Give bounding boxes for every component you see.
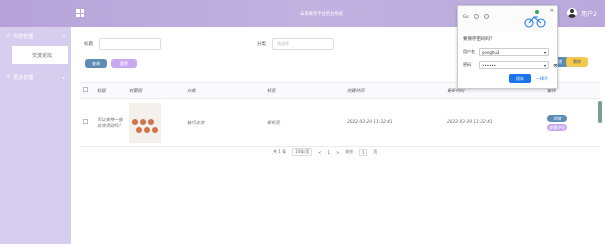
category-select[interactable]: 请选择 — [272, 38, 334, 50]
popup-question: 要保存密码吗？ — [463, 37, 495, 42]
user-label: 用户2 — [581, 10, 597, 18]
row-select-cell[interactable] — [80, 98, 94, 147]
password-field[interactable]: •••••• ▾ — [479, 61, 549, 69]
category-filter-label: 分类 — [257, 42, 266, 47]
menu-icon: ⊙ — [6, 33, 11, 39]
password-value: •••••• — [482, 62, 497, 68]
sidebar-item-forum[interactable]: 交流论坛 — [12, 46, 68, 64]
page-suffix: 页 — [373, 149, 378, 154]
chevron-down-icon: ▾ — [543, 49, 546, 55]
chevron-right-icon: ▸ — [62, 75, 65, 80]
never-save-button[interactable]: 一律不 — [536, 76, 548, 82]
next-page-button[interactable]: > — [336, 150, 339, 155]
eye-icon[interactable]: 👁 — [553, 63, 558, 68]
col-category: 分类 — [184, 82, 264, 99]
username-field[interactable]: yonghu2 ▾ — [479, 48, 549, 56]
forum-table: 标题 封面图 分类 标签 创建时间 更新时间 操作 可以支持一些交流活动吗？ 技… — [80, 82, 600, 147]
app-title: 未来教育平台后台系统 — [300, 12, 343, 17]
row-checkbox[interactable] — [83, 119, 88, 124]
sidebar-item-more[interactable]: ⊙ 更多管理 ▸ — [0, 68, 71, 86]
bicycle-icon — [524, 10, 546, 28]
title-input[interactable] — [99, 38, 161, 50]
sidebar-item-label: 内容管理 — [13, 33, 34, 40]
cell-title: 可以支持一些交流活动吗？ — [94, 98, 126, 147]
title-filter: 标题 — [84, 38, 161, 50]
cell-category: 技巧交流 — [184, 98, 264, 147]
cell-cover — [126, 98, 184, 147]
username-value: yonghu2 — [482, 49, 500, 55]
username-label: 用户名 — [463, 49, 475, 54]
cell-created: 2022-03-29 11:32:41 — [344, 98, 444, 147]
password-label: 密码 — [463, 62, 471, 67]
col-created: 创建时间 — [344, 82, 444, 99]
password-row: 密码 •••••• ▾ 👁 — [463, 61, 558, 69]
search-button[interactable]: 查询 — [85, 59, 107, 68]
reset-button[interactable]: 重置 — [111, 59, 137, 68]
select-all-cell[interactable] — [80, 82, 94, 99]
pagination: 共 1 条 10条/页 < 1 > 前往 1 页 — [273, 148, 377, 156]
cell-tag: 新标签 — [264, 98, 344, 147]
user-menu[interactable]: 用户2 — [567, 8, 597, 18]
cell-updated: 2022-03-29 11:32:41 — [444, 98, 544, 147]
prev-page-button[interactable]: < — [318, 150, 321, 155]
col-tag: 标签 — [264, 82, 344, 99]
col-title: 标题 — [94, 82, 126, 99]
popup-header: Go ✕ — [458, 6, 557, 32]
close-icon[interactable]: ✕ — [550, 8, 554, 14]
cover-image — [129, 102, 161, 143]
current-page[interactable]: 1 — [327, 150, 330, 155]
goto-input[interactable]: 1 — [359, 148, 368, 156]
delete-button[interactable]: 删除 — [566, 57, 588, 67]
title-filter-label: 标题 — [84, 42, 93, 47]
sidebar-item-label: 交流论坛 — [32, 52, 53, 59]
toggle-dot-icon — [483, 13, 489, 19]
col-cover: 封面图 — [126, 82, 184, 99]
chevron-down-icon: ▾ — [543, 62, 546, 68]
select-all-checkbox[interactable] — [83, 87, 88, 92]
toggle-label: Go — [463, 13, 469, 19]
menu-icon: ⊙ — [6, 74, 11, 80]
avatar — [567, 8, 578, 18]
total-count: 共 1 条 — [273, 149, 287, 154]
scrollbar[interactable] — [598, 101, 602, 123]
sidebar: ⌂ 首页 ⊙ 内容管理 ▾ 交流论坛 ⊙ 更多管理 ▸ — [0, 0, 71, 244]
save-password-popup: Go ✕ 要保存密码吗？ 用户名 yonghu2 ▾ 密码 •••••• ▾ 👁… — [457, 5, 558, 89]
table-row: 可以支持一些交流活动吗？ 技巧交流 新标签 2022-03-29 11:32:4… — [80, 98, 600, 147]
goto-label: 前往 — [345, 149, 354, 154]
chevron-down-icon: ▾ — [62, 34, 65, 39]
save-password-button[interactable]: 保存 — [509, 74, 531, 83]
popup-toggle[interactable]: Go — [463, 11, 513, 21]
username-row: 用户名 yonghu2 ▾ — [463, 48, 549, 56]
category-filter: 分类 请选择 — [257, 38, 334, 50]
view-comments-button[interactable]: 查看评论 — [547, 123, 567, 131]
page-size-select[interactable]: 10条/页 — [292, 148, 313, 156]
toggle-dot-icon — [473, 13, 479, 19]
detail-button[interactable]: 详情 — [547, 114, 567, 122]
sidebar-item-label: 更多管理 — [13, 74, 34, 81]
cell-actions: 详情 查看评论 — [544, 98, 600, 147]
sidebar-item-content[interactable]: ⊙ 内容管理 ▾ — [0, 27, 71, 45]
grid-icon[interactable] — [76, 9, 84, 17]
